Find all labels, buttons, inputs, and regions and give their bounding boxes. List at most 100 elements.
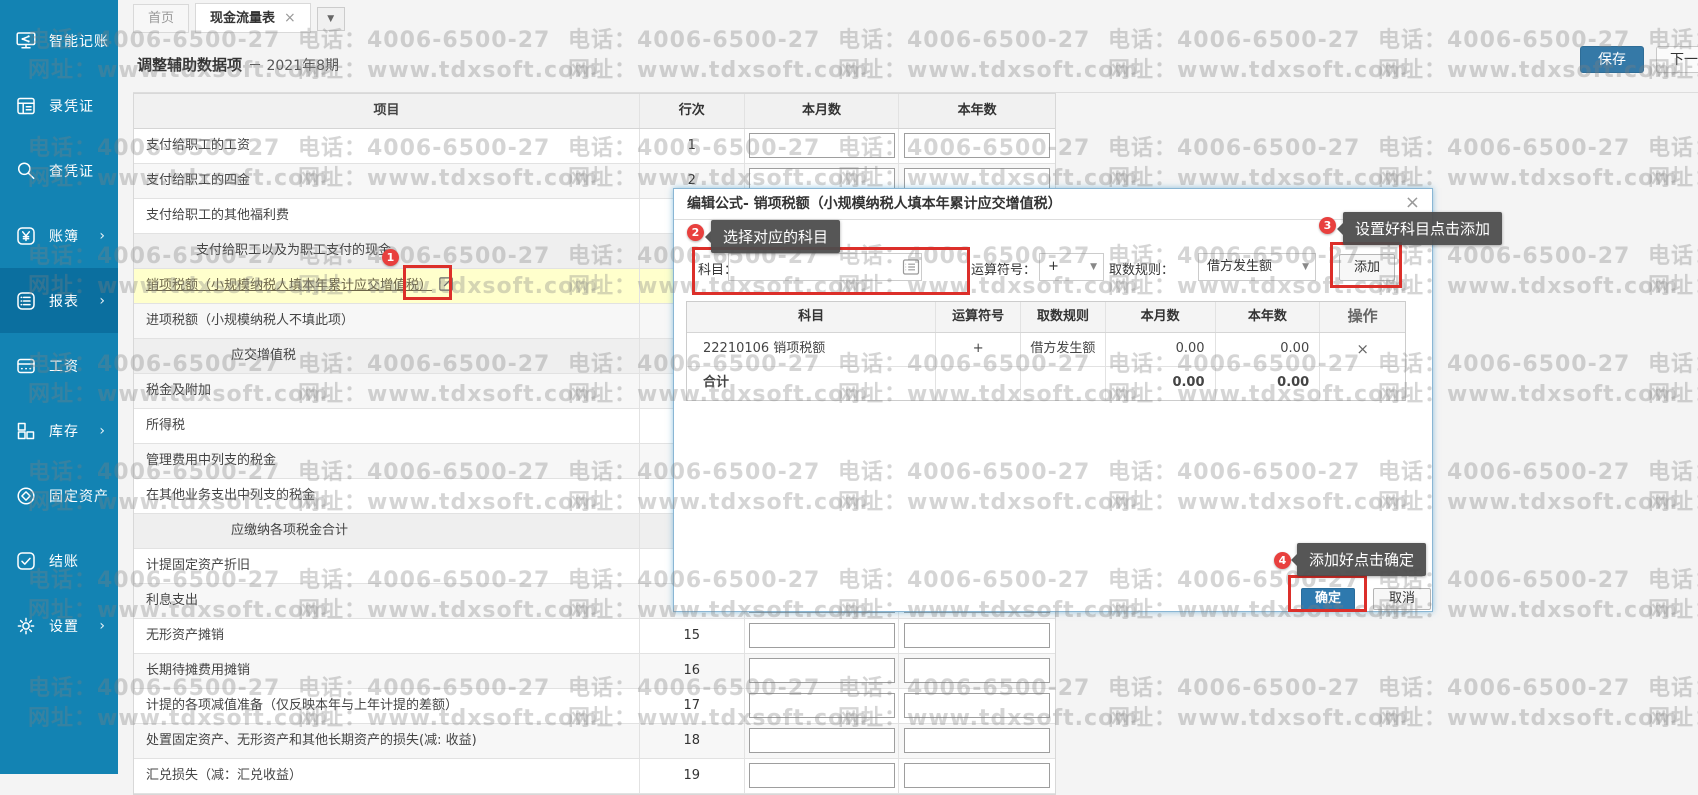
- voucher-search-icon: [15, 160, 37, 182]
- sidebar-item-label: 设置: [49, 616, 79, 636]
- watermark-text: 电话：4006-6500-27网址：www.tdxsoft.com: [1378, 134, 1678, 194]
- row-project-cell: 汇兑损失（减：汇兑收益）: [134, 759, 640, 793]
- sidebar-item-label: 账簿: [49, 226, 79, 246]
- row-month-cell: [745, 129, 900, 163]
- formula-col-header: 操作: [1320, 302, 1405, 332]
- total-operator-cell: [936, 367, 1021, 400]
- operator-select[interactable]: + ▼: [1039, 253, 1104, 281]
- close-icon[interactable]: ×: [1405, 194, 1420, 212]
- operator-label: 运算符号：: [971, 259, 1036, 278]
- formula-row: 22210106 销项税额+借方发生额0.000.00×: [687, 333, 1405, 367]
- year-amount-input[interactable]: [904, 728, 1050, 753]
- col-header-line: 行次: [640, 94, 745, 128]
- edit-formula-icon[interactable]: [438, 272, 455, 289]
- sidebar-item-label: 结账: [49, 551, 79, 571]
- sidebar-item-7[interactable]: 库存›: [0, 398, 118, 463]
- row-line-number: 19: [640, 759, 745, 793]
- row-project-cell: 支付给职工的工资: [134, 129, 640, 163]
- watermark-text: 电话：4006-6500-27网址：www.tdxsoft.com: [1108, 26, 1408, 86]
- table-row: 长期待摊费用摊销16: [134, 654, 1055, 689]
- row-line-number: 18: [640, 724, 745, 758]
- year-amount-input[interactable]: [904, 763, 1050, 788]
- subject-input[interactable]: [728, 253, 922, 281]
- highlight-row-label[interactable]: 销项税额（小规模纳税人填本年累计应交增值税）: [146, 278, 432, 293]
- tab-close-icon[interactable]: ×: [284, 10, 296, 26]
- step-4-tooltip: 添加好点击确定: [1297, 543, 1426, 576]
- sidebar-item-1[interactable]: 智能记账: [0, 8, 118, 73]
- sidebar-item-label: 报表: [49, 291, 79, 311]
- month-amount-input[interactable]: [749, 133, 895, 158]
- sidebar-item-8[interactable]: 固定资产: [0, 463, 118, 528]
- row-project-cell: 进项税额（小规模纳税人不填此项）: [134, 304, 640, 338]
- formula-col-header: 本年数: [1216, 302, 1321, 332]
- delete-row-icon[interactable]: ×: [1320, 333, 1405, 366]
- watermark-text: 电话：4006-6500-27网址：www.tdxsoft.com: [1648, 674, 1698, 734]
- row-line-number: 17: [640, 689, 745, 723]
- page-title-row: 调整辅助数据项－ 2021年8期: [137, 54, 339, 75]
- year-amount-input[interactable]: [904, 658, 1050, 683]
- row-year-cell: [899, 724, 1055, 758]
- month-amount-input[interactable]: [749, 728, 895, 753]
- sidebar-item-5[interactable]: 报表›: [0, 268, 118, 333]
- watermark-text: 电话：4006-6500-27网址：www.tdxsoft.com: [1108, 134, 1408, 194]
- row-project-cell: 管理费用中列支的税金: [134, 444, 640, 478]
- rule-select[interactable]: 借方发生额 ▼: [1198, 253, 1316, 281]
- month-amount-input[interactable]: [749, 693, 895, 718]
- watermark-text: 电话：4006-6500-27网址：www.tdxsoft.com: [568, 26, 868, 86]
- tab-cash-flow[interactable]: 现金流量表 ×: [195, 3, 311, 33]
- next-step-button[interactable]: 下一步: [1656, 46, 1698, 73]
- row-month-cell: [745, 654, 900, 688]
- row-line-number: 16: [640, 654, 745, 688]
- month-amount-input[interactable]: [749, 623, 895, 648]
- row-line-number: 15: [640, 619, 745, 653]
- report-icon: [15, 290, 37, 312]
- row-year-cell: [899, 129, 1055, 163]
- watermark-text: 电话：4006-6500-27网址：www.tdxsoft.com: [1648, 134, 1698, 194]
- sidebar-item-6[interactable]: 工资: [0, 333, 118, 398]
- table-row: 处置固定资产、无形资产和其他长期资产的损失(减: 收益)18: [134, 724, 1055, 759]
- ledger-icon: [15, 225, 37, 247]
- ok-button[interactable]: 确定: [1301, 588, 1355, 610]
- save-button[interactable]: 保存: [1580, 46, 1644, 73]
- sidebar-item-label: 智能记账: [49, 31, 109, 51]
- formula-operator: +: [936, 333, 1021, 366]
- row-project-cell: 支付给职工的四金: [134, 164, 640, 198]
- page-title: 调整辅助数据项: [137, 56, 242, 74]
- sidebar-item-4[interactable]: 账簿›: [0, 203, 118, 268]
- sidebar-item-9[interactable]: 结账: [0, 528, 118, 593]
- row-project-cell: 无形资产摊销: [134, 619, 640, 653]
- sidebar-item-label: 录凭证: [49, 96, 94, 116]
- step-2-tooltip: 选择对应的科目: [711, 220, 840, 253]
- year-amount-input[interactable]: [904, 133, 1050, 158]
- rule-value: 借方发生额: [1207, 259, 1272, 274]
- formula-table-header: 科目运算符号取数规则本月数本年数操作: [687, 302, 1405, 333]
- sidebar-item-label: 库存: [49, 421, 79, 441]
- month-amount-input[interactable]: [749, 658, 895, 683]
- sidebar-item-3[interactable]: 查凭证: [0, 138, 118, 203]
- row-year-cell: [899, 654, 1055, 688]
- step-1-badge: 1: [382, 249, 399, 266]
- year-amount-input[interactable]: [904, 623, 1050, 648]
- row-line-number: 1: [640, 129, 745, 163]
- row-month-cell: [745, 759, 900, 793]
- add-button[interactable]: 添加: [1339, 254, 1395, 281]
- sidebar-item-label: 工资: [49, 356, 79, 376]
- table-row: 计提的各项减值准备（仅反映本年与上年计提的差额）17: [134, 689, 1055, 724]
- tab-cash-flow-label: 现金流量表: [210, 11, 275, 26]
- sidebar-item-10[interactable]: 设置›: [0, 593, 118, 658]
- tab-home[interactable]: 首页: [133, 4, 189, 33]
- row-year-cell: [899, 759, 1055, 793]
- sidebar-item-2[interactable]: 录凭证: [0, 73, 118, 138]
- col-header-project: 项目: [134, 94, 640, 128]
- col-header-year: 本年数: [899, 94, 1055, 128]
- chevron-down-icon: ▼: [1302, 254, 1309, 280]
- chevron-down-icon: ▼: [1090, 254, 1097, 280]
- year-amount-input[interactable]: [904, 693, 1050, 718]
- cancel-button[interactable]: 取消: [1373, 588, 1431, 610]
- subject-picker-icon[interactable]: [902, 258, 920, 276]
- formula-subject: 22210106 销项税额: [687, 333, 936, 366]
- month-amount-input[interactable]: [749, 763, 895, 788]
- smart-bookkeeping-icon: [15, 30, 37, 52]
- tab-dropdown-button[interactable]: ▼: [317, 7, 345, 31]
- row-month-cell: [745, 689, 900, 723]
